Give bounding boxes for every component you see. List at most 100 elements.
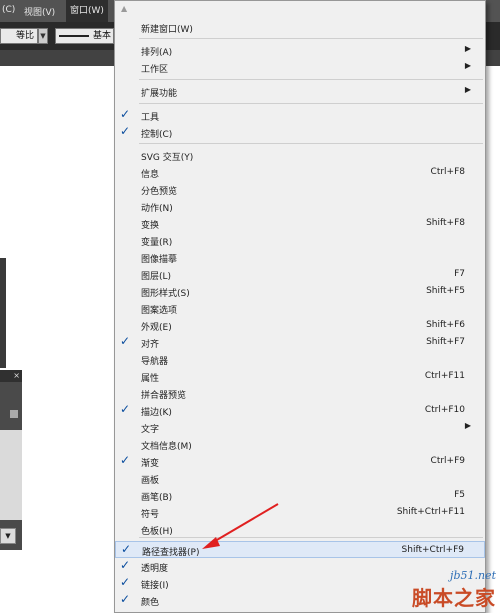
menubar-item-window[interactable]: 窗口(W) <box>66 0 108 22</box>
menu-item-label: 文档信息(M) <box>141 442 192 452</box>
submenu-arrow-icon: ▶ <box>464 61 471 70</box>
menu-item[interactable]: 扩展功能 ▶ <box>115 83 485 100</box>
menu-item-label: 对齐 <box>141 340 160 350</box>
menu-item-shortcut: F7 <box>454 269 465 279</box>
menu-item-label: 文字 <box>141 425 160 435</box>
menu-item-label: 符号 <box>141 510 160 520</box>
menu-item-label: 链接(I) <box>141 581 169 591</box>
menu-item-label: 分色预览 <box>141 187 178 197</box>
checkmark-icon: ✓ <box>120 107 131 121</box>
menu-item[interactable]: 图案选项 <box>115 300 485 317</box>
menu-item[interactable]: 符号 Shift+Ctrl+F11 <box>115 504 485 521</box>
menu-item[interactable]: ✓ 路径查找器(P) Shift+Ctrl+F9 <box>115 541 485 558</box>
submenu-arrow-icon: ▶ <box>464 421 471 430</box>
menu-item-shortcut: Shift+F7 <box>426 337 465 347</box>
menu-item[interactable]: 外观(E) Shift+F6 <box>115 317 485 334</box>
menu-item[interactable]: ✓ 控制(C) <box>115 124 485 141</box>
menu-item[interactable]: 动作(N) <box>115 198 485 215</box>
menu-item-shortcut: Ctrl+F8 <box>430 167 465 177</box>
menu-item[interactable]: 变换 Shift+F8 <box>115 215 485 232</box>
checkmark-icon: ✓ <box>120 124 131 138</box>
close-icon[interactable]: × <box>13 371 20 380</box>
menu-item[interactable]: 排列(A) ▶ <box>115 42 485 59</box>
menu-item[interactable]: 新建窗口(W) <box>115 19 485 36</box>
menu-item[interactable]: 文档信息(M) <box>115 436 485 453</box>
annotation-arrow-shaft <box>209 503 279 545</box>
menu-item-label: 画板 <box>141 476 160 486</box>
menu-item[interactable]: 图层(L) F7 <box>115 266 485 283</box>
checkmark-icon: ✓ <box>120 402 131 416</box>
menu-item[interactable]: 工作区 ▶ <box>115 59 485 76</box>
watermark: jb51.net 脚本之家 <box>412 569 496 611</box>
menu-item-label: 透明度 <box>141 564 169 574</box>
menu-item[interactable]: 变量(R) <box>115 232 485 249</box>
menu-item-shortcut: Shift+F6 <box>426 320 465 330</box>
menu-item[interactable]: 图形样式(S) Shift+F5 <box>115 283 485 300</box>
menu-item[interactable]: 分色预览 <box>115 181 485 198</box>
menu-item-label: 图案选项 <box>141 306 178 316</box>
menu-item-shortcut: Shift+Ctrl+F9 <box>401 545 464 555</box>
menu-item-label: 信息 <box>141 170 160 180</box>
floating-panel-header[interactable]: × <box>0 370 22 382</box>
menu-item[interactable]: ✓ 对齐 Shift+F7 <box>115 334 485 351</box>
panel-dropdown-arrow-icon[interactable]: ▼ <box>0 528 16 544</box>
menu-item-shortcut: Ctrl+F9 <box>430 456 465 466</box>
menu-item[interactable]: ✓ 描边(K) Ctrl+F10 <box>115 402 485 419</box>
menu-item[interactable]: 画笔(B) F5 <box>115 487 485 504</box>
menu-item-label: 导航器 <box>141 357 169 367</box>
menu-item-label: 图层(L) <box>141 272 172 282</box>
scroll-up-icon[interactable]: ▲ <box>121 4 127 13</box>
menu-item-label: 属性 <box>141 374 160 384</box>
docked-panel-left <box>0 258 6 368</box>
stroke-profile-dropdown[interactable]: 基本 <box>55 28 114 44</box>
menu-item-shortcut: Ctrl+F10 <box>424 405 465 415</box>
menu-item[interactable]: ✓ 工具 <box>115 107 485 124</box>
menu-item-shortcut: Ctrl+F11 <box>424 371 465 381</box>
menu-item[interactable]: 属性 Ctrl+F11 <box>115 368 485 385</box>
menu-item-shortcut: Shift+F8 <box>426 218 465 228</box>
menu-item-label: 拼合器预览 <box>141 391 187 401</box>
menu-item-label: 图形样式(S) <box>141 289 190 299</box>
menu-item-label: 渐变 <box>141 459 160 469</box>
menu-item[interactable]: 图像描摹 <box>115 249 485 266</box>
menu-item[interactable]: 画板 <box>115 470 485 487</box>
menu-item-label: 控制(C) <box>141 130 173 140</box>
menu-separator <box>139 143 483 144</box>
ratio-dropdown[interactable]: 等比 <box>0 28 38 44</box>
submenu-arrow-icon: ▶ <box>464 44 471 53</box>
menu-item[interactable]: 拼合器预览 <box>115 385 485 402</box>
menu-item[interactable]: 导航器 <box>115 351 485 368</box>
stroke-line-preview <box>59 34 89 37</box>
menu-item-label: 画笔(B) <box>141 493 173 503</box>
checkmark-icon: ✓ <box>120 334 131 348</box>
menu-item[interactable]: 信息 Ctrl+F8 <box>115 164 485 181</box>
menu-item-label: SVG 交互(Y) <box>141 153 194 163</box>
menubar-item-view[interactable]: 视图(V) <box>24 5 55 18</box>
menu-item[interactable]: ✓ 渐变 Ctrl+F9 <box>115 453 485 470</box>
stroke-profile-label: 基本 <box>93 31 112 41</box>
watermark-name: 脚本之家 <box>412 586 496 610</box>
menu-item[interactable]: 色板(H) <box>115 521 485 538</box>
annotation-arrow-icon <box>202 503 279 549</box>
menu-item-label: 描边(K) <box>141 408 172 418</box>
checkmark-icon: ✓ <box>120 575 131 589</box>
floating-panel-body <box>0 430 22 520</box>
submenu-arrow-icon: ▶ <box>464 85 471 94</box>
menu-item[interactable]: 文字 ▶ <box>115 419 485 436</box>
menu-item[interactable]: SVG 交互(Y) <box>115 147 485 164</box>
menu-item-label: 变换 <box>141 221 160 231</box>
menu-item-label: 工具 <box>141 113 160 123</box>
menubar-item-c[interactable]: (C) <box>2 5 15 15</box>
menu-item-label: 图像描摹 <box>141 255 178 265</box>
menu-item-label: 变量(R) <box>141 238 173 248</box>
checkmark-icon: ✓ <box>120 592 131 606</box>
window-menu: ▲ 新建窗口(W) 排列(A) ▶ 工作区 ▶ 扩展功能 ▶ ✓ 工具 ✓ 控制(C) SVG 交互(… <box>114 0 486 613</box>
menu-item-label: 工作区 <box>141 65 169 75</box>
floating-panel: × <box>0 370 22 550</box>
menu-separator <box>139 103 483 104</box>
panel-option-icon[interactable] <box>10 410 18 418</box>
menu-item-label: 外观(E) <box>141 323 172 333</box>
checkmark-icon: ✓ <box>120 558 131 572</box>
ratio-dropdown-arrow-icon[interactable]: ▼ <box>38 28 48 44</box>
menu-item-label: 颜色 <box>141 598 160 608</box>
